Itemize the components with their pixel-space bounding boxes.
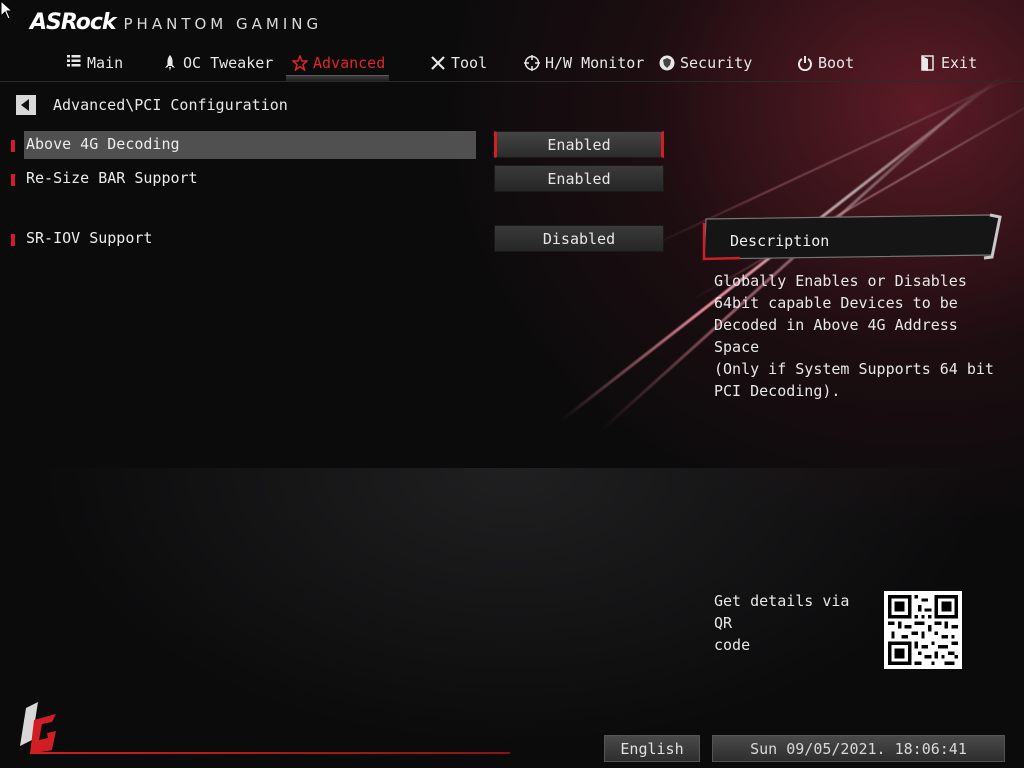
tab-label: Exit <box>941 54 978 72</box>
list-icon <box>66 55 82 71</box>
description-header: Description <box>700 213 1002 261</box>
row-marker <box>11 234 15 246</box>
tab-label: H/W Monitor <box>545 54 645 72</box>
tab-label: Security <box>680 54 753 72</box>
phantom-gaming-emblem-icon <box>20 702 56 754</box>
phantom-gaming-wordmark: PHANTOM GAMING <box>123 15 323 33</box>
qr-code-icon <box>884 591 962 669</box>
setting-label: Above 4G Decoding <box>26 135 180 153</box>
description-line: PCI Decoding). <box>714 382 841 400</box>
tab-tool[interactable]: Tool <box>430 48 487 78</box>
qr-caption-line: Get details via QR <box>714 592 850 632</box>
row-marker <box>11 174 15 186</box>
tab-label: Tool <box>451 54 488 72</box>
description-text: Globally Enables or Disables 64bit capab… <box>714 270 994 402</box>
mouse-cursor-icon <box>0 0 12 20</box>
bottom-accent-line <box>30 752 510 754</box>
tools-icon <box>430 55 446 71</box>
description-line: (Only if System Supports 64 bit <box>714 360 994 378</box>
setting-value-dropdown[interactable]: Enabled <box>494 165 664 192</box>
tab-security[interactable]: Security <box>659 48 752 78</box>
star-icon <box>291 53 309 72</box>
power-icon <box>797 55 813 72</box>
tab-hw-monitor[interactable]: H/W Monitor <box>524 48 644 78</box>
tab-advanced[interactable]: Advanced <box>286 48 390 82</box>
rocket-icon <box>162 55 178 71</box>
asrock-logo: ASRock <box>30 10 117 35</box>
tab-label: Advanced <box>313 54 386 72</box>
language-button[interactable]: English <box>604 735 700 762</box>
setting-value-dropdown[interactable]: Disabled <box>494 225 664 252</box>
nav-divider <box>0 81 1024 82</box>
setting-row-resize-bar-support[interactable]: Re-Size BAR Support Enabled <box>0 165 680 193</box>
back-arrow-icon <box>21 99 29 111</box>
exit-icon <box>920 55 936 71</box>
description-title: Description <box>730 232 830 250</box>
tab-exit[interactable]: Exit <box>920 48 977 78</box>
tab-label: Boot <box>818 54 855 72</box>
description-line: Decoded in Above 4G Address Space <box>714 316 958 356</box>
setting-label: SR-IOV Support <box>26 229 153 247</box>
datetime-display[interactable]: Sun 09/05/2021. 18:06:41 <box>712 735 1005 762</box>
breadcrumb: Advanced\PCI Configuration <box>16 94 288 116</box>
qr-caption: Get details via QR code <box>714 590 874 656</box>
tab-boot[interactable]: Boot <box>797 48 854 78</box>
setting-row-above-4g-decoding[interactable]: Above 4G Decoding Enabled <box>0 131 680 159</box>
shield-icon <box>659 55 675 71</box>
row-marker <box>11 140 15 152</box>
breadcrumb-path: Advanced\PCI Configuration <box>53 96 288 114</box>
qr-caption-line: code <box>714 636 751 654</box>
tab-label: OC Tweaker <box>183 54 274 72</box>
tab-main[interactable]: Main <box>66 48 123 78</box>
setting-row-sr-iov-support[interactable]: SR-IOV Support Disabled <box>0 225 680 253</box>
brand-logo: ASRock PHANTOM GAMING <box>30 10 322 38</box>
tab-oc-tweaker[interactable]: OC Tweaker <box>162 48 273 78</box>
setting-label: Re-Size BAR Support <box>26 169 198 187</box>
setting-value-dropdown[interactable]: Enabled <box>494 131 664 158</box>
crosshair-icon <box>524 55 540 71</box>
back-button[interactable] <box>16 95 36 115</box>
description-line: Globally Enables or Disables <box>714 272 967 290</box>
top-nav: Main OC Tweaker Advanced Tool H/W Monito… <box>0 48 1024 82</box>
description-line: 64bit capable Devices to be <box>714 294 958 312</box>
tab-label: Main <box>87 54 124 72</box>
